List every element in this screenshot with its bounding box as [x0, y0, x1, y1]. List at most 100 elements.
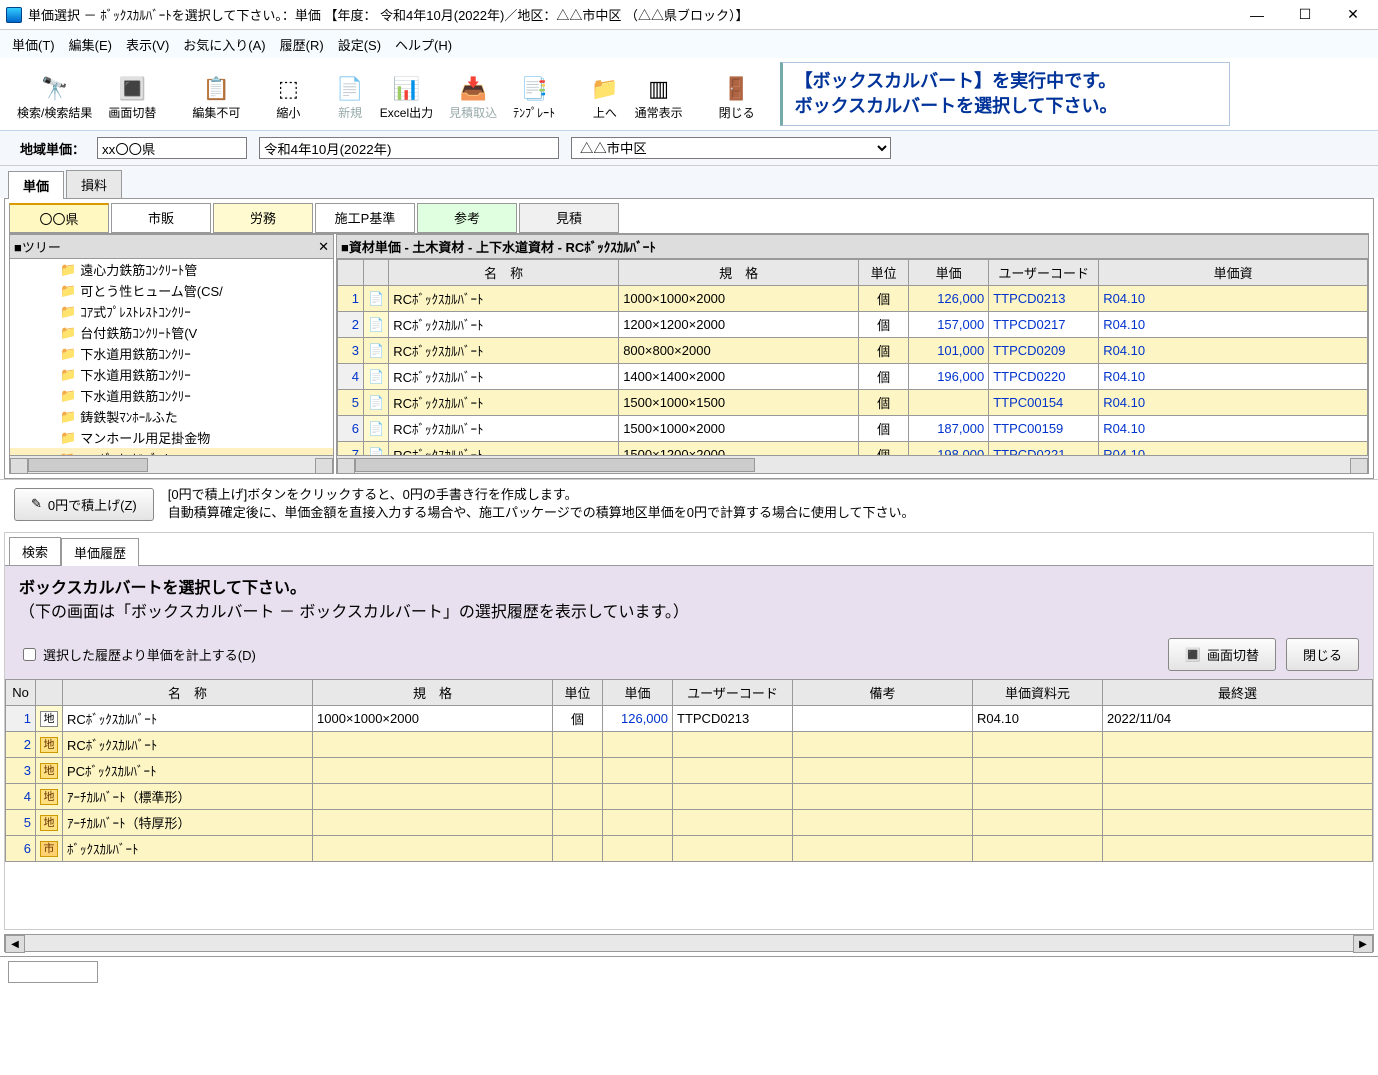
menu-history[interactable]: 履歴(R): [280, 35, 324, 54]
region-badge: 地: [40, 763, 58, 779]
history-row[interactable]: 4地ｱｰﾁｶﾙﾊﾞｰﾄ（標準形）: [6, 784, 1373, 810]
category-tabs: 〇〇県 市販 労務 施工P基準 参考 見積: [9, 203, 1369, 234]
history-row[interactable]: 1地RCﾎﾞｯｸｽｶﾙﾊﾞｰﾄ1000×1000×2000個126,000TTP…: [6, 706, 1373, 732]
area-select[interactable]: △△市中区: [571, 137, 891, 159]
tab-loss[interactable]: 損料: [66, 170, 122, 198]
folder-icon: 📁: [60, 262, 76, 278]
tree-item[interactable]: 📁マンホール用足掛金物: [10, 427, 333, 448]
grid-row[interactable]: 4📄RCﾎﾞｯｸｽｶﾙﾊﾞｰﾄ1400×1400×2000個196,000TTP…: [338, 364, 1368, 390]
folder-icon: 📁: [60, 388, 76, 404]
switch-icon: 🔳: [119, 74, 146, 104]
tree-header: ■ツリー: [14, 237, 61, 256]
tree-item[interactable]: 📁台付鉄筋ｺﾝｸﾘｰﾄ管(V: [10, 322, 333, 343]
grid-row[interactable]: 5📄RCﾎﾞｯｸｽｶﾙﾊﾞｰﾄ1500×1000×1500個TTPC00154R…: [338, 390, 1368, 416]
cat-standard[interactable]: 施工P基準: [315, 203, 415, 233]
toolbar-search-button[interactable]: 🔭検索/検索結果: [10, 64, 99, 124]
exit-icon: 🚪: [723, 74, 750, 104]
window-title: 単価選択 － ﾎﾞｯｸｽｶﾙﾊﾞｰﾄを選択して下さい。：単価 【年度： 令和4年…: [28, 5, 748, 24]
status-input[interactable]: [8, 961, 98, 983]
document-icon: 📄: [368, 395, 384, 410]
region-badge: 市: [40, 841, 58, 857]
menu-view[interactable]: 表示(V): [126, 35, 169, 54]
toolbar-shrink-button[interactable]: ⬚縮小: [269, 64, 307, 124]
import-icon: 📥: [459, 74, 486, 104]
template-icon: 📑: [520, 74, 547, 104]
toolbar-noedit-button[interactable]: 📋編集不可: [185, 64, 247, 124]
grid-pane: ■資材単価 - 土木資材 - 上下水道資材 - RCﾎﾞｯｸｽｶﾙﾊﾞｰﾄ 名 …: [336, 234, 1369, 474]
toolbar-up-button[interactable]: 📁上へ: [584, 64, 625, 124]
tree-item[interactable]: 📁ｺｱ式ﾌﾟﾚｽﾄﾚｽﾄｺﾝｸﾘｰ: [10, 301, 333, 322]
cat-estimate[interactable]: 見積: [519, 203, 619, 233]
pencil-icon: ✎: [31, 496, 42, 512]
view-icon: ▥: [648, 74, 669, 104]
tab-price[interactable]: 単価: [8, 171, 64, 199]
tree-item[interactable]: 📁遠心力鉄筋ｺﾝｸﾘｰﾄ管: [10, 259, 333, 280]
prefecture-input[interactable]: [97, 137, 247, 159]
history-row[interactable]: 6市ﾎﾞｯｸｽｶﾙﾊﾞｰﾄ: [6, 836, 1373, 862]
grid-row[interactable]: 1📄RCﾎﾞｯｸｽｶﾙﾊﾞｰﾄ1000×1000×2000個126,000TTP…: [338, 286, 1368, 312]
cat-market[interactable]: 市販: [111, 203, 211, 233]
grid-row[interactable]: 6📄RCﾎﾞｯｸｽｶﾙﾊﾞｰﾄ1500×1000×2000個187,000TTP…: [338, 416, 1368, 442]
history-row[interactable]: 3地PCﾎﾞｯｸｽｶﾙﾊﾞｰﾄ: [6, 758, 1373, 784]
toolbar-normal-button[interactable]: ▥通常表示: [628, 64, 690, 124]
toolbar-close-button[interactable]: 🚪閉じる: [712, 64, 762, 124]
new-icon: 📄: [336, 74, 363, 104]
menu-price[interactable]: 単価(T): [12, 35, 55, 54]
statusbar: [0, 956, 1378, 986]
toolbar-import-button: 📥見積取込: [442, 64, 504, 124]
history-row[interactable]: 5地ｱｰﾁｶﾙﾊﾞｰﾄ（特厚形）: [6, 810, 1373, 836]
tree-item[interactable]: 📁可とう性ヒューム管(CS/: [10, 280, 333, 301]
bottom-scrollbar[interactable]: [4, 934, 1374, 952]
cat-pref[interactable]: 〇〇県: [9, 203, 109, 233]
history-row[interactable]: 2地RCﾎﾞｯｸｽｶﾙﾊﾞｰﾄ: [6, 732, 1373, 758]
toolbar-template-button[interactable]: 📑ﾃﾝﾌﾟﾚｰﾄ: [506, 64, 562, 124]
folder-icon: 📁: [60, 346, 76, 362]
zero-yen-button[interactable]: ✎0円で積上げ(Z): [14, 488, 154, 521]
maximize-button[interactable]: ☐: [1282, 1, 1328, 29]
tree-close-icon[interactable]: ✕: [318, 239, 329, 255]
hist-use-checkbox[interactable]: 選択した履歴より単価を計上する(D): [19, 645, 256, 664]
menu-favorite[interactable]: お気に入り(A): [183, 35, 265, 54]
minimize-button[interactable]: —: [1234, 1, 1280, 29]
up-icon: 📁: [591, 74, 618, 104]
folder-icon: 📁: [60, 367, 76, 383]
region-label: 地域単価：: [20, 139, 85, 158]
period-input[interactable]: [259, 137, 559, 159]
toolbar-new-button: 📄新規: [329, 64, 370, 124]
cat-labor[interactable]: 労務: [213, 203, 313, 233]
grid-row[interactable]: 7📄RCﾎﾞｯｸｽｶﾙﾊﾞｰﾄ1500×1200×2000個198,000TTP…: [338, 442, 1368, 456]
hist-subtitle: （下の画面は「ボックスカルバート － ボックスカルバート」の選択履歴を表示してい…: [19, 598, 1359, 622]
tree-item[interactable]: 📁下水道用鉄筋ｺﾝｸﾘｰ: [10, 364, 333, 385]
folder-icon: 📁: [60, 304, 76, 320]
tree-item[interactable]: 📁鋳鉄製ﾏﾝﾎｰﾙふた: [10, 406, 333, 427]
toolbar-switch-button[interactable]: 🔳画面切替: [101, 64, 163, 124]
binoculars-icon: 🔭: [41, 74, 68, 104]
hist-tab-history[interactable]: 単価履歴: [61, 538, 139, 566]
switch-icon: 🔳: [1185, 647, 1201, 663]
tree-item[interactable]: 📂RCﾎﾞｯｸｽｶﾙﾊﾞｰﾄ: [10, 448, 333, 455]
tree-body[interactable]: 📁遠心力鉄筋ｺﾝｸﾘｰﾄ管📁可とう性ヒューム管(CS/📁ｺｱ式ﾌﾟﾚｽﾄﾚｽﾄｺ…: [10, 259, 333, 455]
price-grid: 名 称 規 格 単位 単価 ユーザーコード 単価資 1📄RCﾎﾞｯｸｽｶﾙﾊﾞｰ…: [337, 259, 1368, 455]
grid-scrollbar[interactable]: [337, 455, 1368, 473]
grid-row[interactable]: 2📄RCﾎﾞｯｸｽｶﾙﾊﾞｰﾄ1200×1200×2000個157,000TTP…: [338, 312, 1368, 338]
menu-edit[interactable]: 編集(E): [69, 35, 112, 54]
tree-scrollbar[interactable]: [10, 455, 333, 473]
menu-settings[interactable]: 設定(S): [338, 35, 381, 54]
tree-item[interactable]: 📁下水道用鉄筋ｺﾝｸﾘｰ: [10, 385, 333, 406]
lock-icon: 📋: [203, 74, 230, 104]
cat-ref[interactable]: 参考: [417, 203, 517, 233]
hist-tab-search[interactable]: 検索: [9, 537, 61, 565]
region-badge: 地: [40, 789, 58, 805]
grid-title: ■資材単価 - 土木資材 - 上下水道資材 - RCﾎﾞｯｸｽｶﾙﾊﾞｰﾄ: [337, 235, 1368, 259]
window-titlebar: 単価選択 － ﾎﾞｯｸｽｶﾙﾊﾞｰﾄを選択して下さい。：単価 【年度： 令和4年…: [0, 0, 1378, 30]
close-button[interactable]: ✕: [1330, 1, 1376, 29]
tree-item[interactable]: 📁下水道用鉄筋ｺﾝｸﾘｰ: [10, 343, 333, 364]
hist-close-button[interactable]: 閉じる: [1286, 638, 1359, 671]
grid-row[interactable]: 3📄RCﾎﾞｯｸｽｶﾙﾊﾞｰﾄ800×800×2000個101,000TTPCD…: [338, 338, 1368, 364]
document-icon: 📄: [368, 447, 384, 456]
hist-switch-button[interactable]: 🔳画面切替: [1168, 638, 1276, 671]
region-badge: 地: [40, 737, 58, 753]
toolbar-excel-button[interactable]: 📊Excel出力: [373, 64, 440, 124]
menu-help[interactable]: ヘルプ(H): [395, 35, 452, 54]
history-grid: No 名 称 規 格 単位 単価 ユーザーコード 備考 単価資料元 最終選 1地…: [5, 679, 1373, 862]
